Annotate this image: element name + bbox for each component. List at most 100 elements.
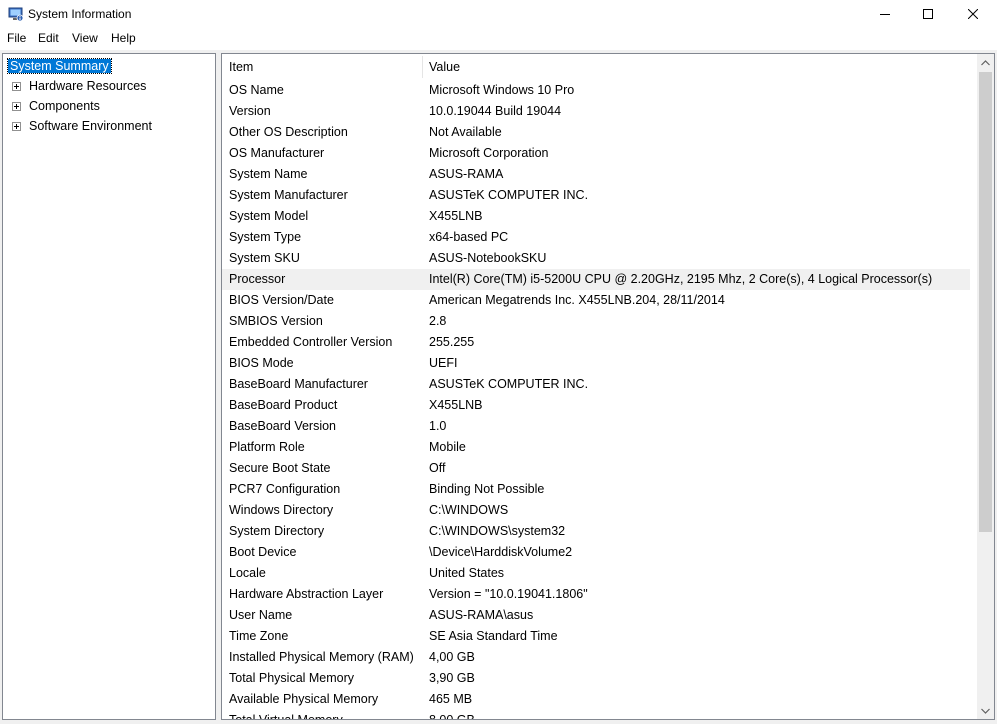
cell-item: OS Name [229,83,284,97]
column-header-value[interactable]: Value [429,60,460,74]
scroll-thumb[interactable] [979,72,992,532]
table-row[interactable]: Processor Intel(R) Core(TM) i5-5200U CPU … [222,269,970,290]
scroll-down-button[interactable] [977,702,994,719]
window-title: System Information [28,7,132,21]
cell-value: UEFI [429,356,458,370]
table-row[interactable]: Total Virtual Memory 8,00 GB [222,710,970,720]
table-row[interactable]: Version 10.0.19044 Build 19044 [222,101,970,122]
expand-icon[interactable] [12,122,21,131]
cell-item: User Name [229,608,293,622]
cell-item: Locale [229,566,266,580]
cell-value: 8,00 GB [429,713,475,720]
cell-item: Available Physical Memory [229,692,379,706]
cell-item: System Model [229,209,309,223]
cell-item: BIOS Version/Date [229,293,334,307]
cell-item: Installed Physical Memory (RAM) [229,650,414,664]
table-row[interactable]: Embedded Controller Version 255.255 [222,332,970,353]
vertical-scrollbar[interactable] [977,54,994,719]
cell-item: BaseBoard Manufacturer [229,377,368,391]
cell-value: 3,90 GB [429,671,475,685]
table-row[interactable]: System Type x64-based PC [222,227,970,248]
cell-value: X455LNB [429,209,483,223]
tree-item-label: Components [29,99,100,113]
table-row[interactable]: Other OS Description Not Available [222,122,970,143]
cell-value: 255.255 [429,335,475,349]
chevron-down-icon [981,708,990,714]
tree-item-label: Software Environment [29,119,152,133]
cell-item: BaseBoard Product [229,398,338,412]
cell-value: X455LNB [429,398,483,412]
table-row[interactable]: Locale United States [222,563,970,584]
maximize-button[interactable] [905,0,951,28]
cell-value: Microsoft Corporation [429,146,549,160]
column-header: Item Value [222,54,970,80]
table-row[interactable]: PCR7 Configuration Binding Not Possible [222,479,970,500]
table-row[interactable]: OS Manufacturer Microsoft Corporation [222,143,970,164]
column-divider[interactable] [422,56,423,78]
table-row[interactable]: BIOS Version/Date American Megatrends Inc… [222,290,970,311]
tree-item-software-environment[interactable]: Software Environment [12,117,152,135]
tree-item-hardware-resources[interactable]: Hardware Resources [12,77,146,95]
maximize-icon [923,9,933,19]
cell-value: American Megatrends Inc. X455LNB.204, 28… [429,293,725,307]
title-bar: System Information [0,0,997,28]
cell-item: Version [229,104,271,118]
table-row[interactable]: BaseBoard Manufacturer ASUSTeK COMPUTER I… [222,374,970,395]
cell-item: OS Manufacturer [229,146,325,160]
cell-value: ASUS-RAMA [429,167,504,181]
table-row[interactable]: Total Physical Memory 3,90 GB [222,668,970,689]
cell-value: 1.0 [429,419,447,433]
menu-view[interactable]: View [72,31,98,45]
table-row[interactable]: BaseBoard Product X455LNB [222,395,970,416]
tree-item-label: Hardware Resources [29,79,147,93]
table-row[interactable]: System Directory C:\WINDOWS\system32 [222,521,970,542]
category-tree[interactable]: System Summary Hardware Resources Compon… [2,53,216,720]
minimize-button[interactable] [862,0,908,28]
menu-bar: File Edit View Help [0,28,997,50]
table-row[interactable]: Platform Role Mobile [222,437,970,458]
table-row[interactable]: BaseBoard Version 1.0 [222,416,970,437]
details-list[interactable]: Item Value OS Name Microsoft Windows 10 P… [221,53,995,720]
menu-edit[interactable]: Edit [38,31,59,45]
table-row[interactable]: System SKU ASUS-NotebookSKU [222,248,970,269]
cell-value: Binding Not Possible [429,482,545,496]
table-row[interactable]: BIOS Mode UEFI [222,353,970,374]
table-row[interactable]: Time Zone SE Asia Standard Time [222,626,970,647]
cell-item: System Directory [229,524,325,538]
menu-file[interactable]: File [7,31,26,45]
expand-icon[interactable] [12,102,21,111]
cell-value: ASUSTeK COMPUTER INC. [429,188,589,202]
table-row[interactable]: System Model X455LNB [222,206,970,227]
cell-item: Total Virtual Memory [229,713,343,720]
cell-item: System Name [229,167,308,181]
table-row[interactable]: System Name ASUS-RAMA [222,164,970,185]
table-row[interactable]: Hardware Abstraction Layer Version = "10.… [222,584,970,605]
tree-item-components[interactable]: Components [12,97,100,115]
close-button[interactable] [950,0,996,28]
table-row[interactable]: System Manufacturer ASUSTeK COMPUTER INC. [222,185,970,206]
table-row[interactable]: User Name ASUS-RAMA\asus [222,605,970,626]
cell-value: Off [429,461,446,475]
cell-item: Total Physical Memory [229,671,355,685]
menu-help[interactable]: Help [111,31,136,45]
cell-item: Processor [229,272,286,286]
table-row[interactable]: Secure Boot State Off [222,458,970,479]
cell-value: United States [429,566,505,580]
expand-icon[interactable] [12,82,21,91]
table-row[interactable]: OS Name Microsoft Windows 10 Pro [222,80,970,101]
cell-value: ASUS-NotebookSKU [429,251,547,265]
table-row[interactable]: Boot Device \Device\HarddiskVolume2 [222,542,970,563]
cell-item: Embedded Controller Version [229,335,393,349]
cell-item: Other OS Description [229,125,348,139]
scroll-up-button[interactable] [977,54,994,71]
cell-value: 10.0.19044 Build 19044 [429,104,562,118]
column-header-item[interactable]: Item [229,60,253,74]
table-row[interactable]: Windows Directory C:\WINDOWS [222,500,970,521]
table-row[interactable]: SMBIOS Version 2.8 [222,311,970,332]
cell-value: Intel(R) Core(TM) i5-5200U CPU @ 2.20GHz… [429,272,933,286]
tree-item-system-summary[interactable]: System Summary [7,57,112,75]
system-information-icon [8,6,24,22]
table-row[interactable]: Available Physical Memory 465 MB [222,689,970,710]
cell-value: 4,00 GB [429,650,475,664]
table-row[interactable]: Installed Physical Memory (RAM) 4,00 GB [222,647,970,668]
